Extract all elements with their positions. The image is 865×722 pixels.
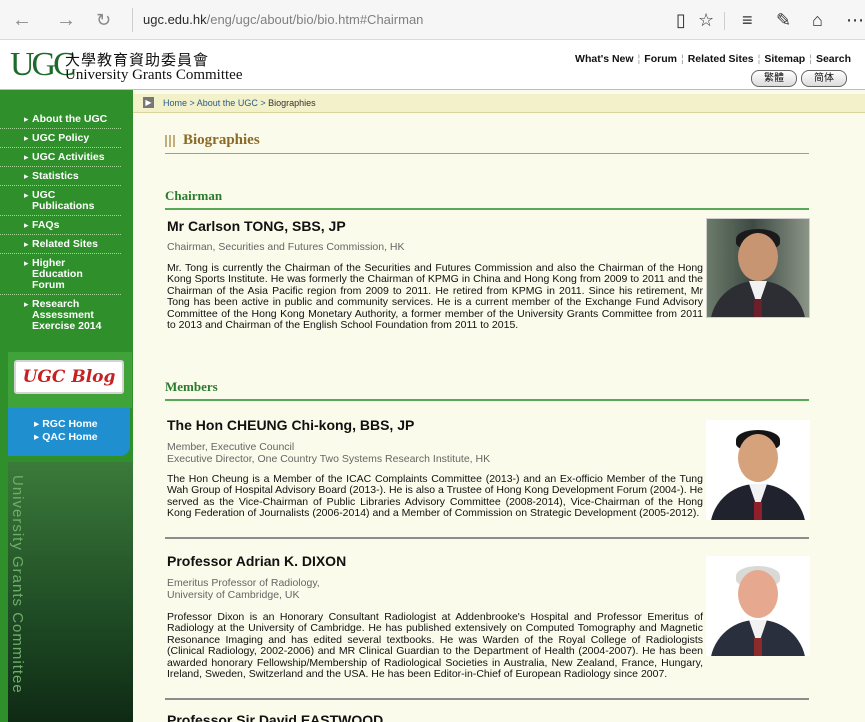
campus-photo [8, 462, 133, 722]
ugc-blog-button[interactable]: UGC Blog [14, 360, 124, 394]
favorite-star-icon[interactable]: ☆ [698, 8, 714, 32]
person-photo [706, 218, 810, 318]
breadcrumb: ▶ Home > About the UGC > Biographies [133, 94, 865, 113]
forward-icon[interactable]: → [56, 10, 76, 30]
breadcrumb-about[interactable]: About the UGC [197, 98, 258, 108]
link-related-sites[interactable]: Related Sites [688, 53, 754, 65]
section-heading-members: Members [165, 379, 809, 401]
lang-traditional-button[interactable]: 繁體 [751, 70, 797, 87]
link-whats-new[interactable]: What's New [575, 53, 634, 65]
title-grid-icon [165, 135, 177, 147]
address-bar[interactable]: ugc.edu.hk/eng/ugc/about/bio/bio.htm#Cha… [132, 8, 652, 32]
lang-simplified-button[interactable]: 简体 [801, 70, 847, 87]
ugc-logo[interactable]: UGC [10, 46, 76, 84]
link-search[interactable]: Search [816, 53, 851, 65]
sidebar-item-about[interactable]: About the UGC [0, 110, 121, 129]
person-name: Professor Adrian K. DIXON [167, 553, 347, 569]
person-role-secondary: University of Cambridge, UK [167, 589, 300, 601]
sidebar-menu: About the UGC UGC Policy UGC Activities … [0, 110, 133, 335]
person-role-secondary: Executive Director, One Country Two Syst… [167, 453, 491, 465]
top-links: What's New ¦ Forum ¦ Related Sites ¦ Sitemap ¦ S… [575, 53, 851, 65]
breadcrumb-current: Biographies [268, 98, 316, 108]
sidebar-item-related-sites[interactable]: Related Sites [0, 235, 121, 254]
blog-banner: UGC Blog [8, 352, 132, 408]
sidebar-item-rae-2014[interactable]: Research Assessment Exercise 2014 [0, 295, 121, 335]
sidebar-item-publications[interactable]: UGC Publications [0, 186, 121, 216]
link-sitemap[interactable]: Sitemap [764, 53, 805, 65]
person-divider [165, 698, 809, 700]
sidebar-item-activities[interactable]: UGC Activities [0, 148, 121, 167]
breadcrumb-trail: Home > About the UGC > Biographies [163, 98, 316, 108]
toolbar-divider [724, 12, 725, 30]
person-photo [706, 420, 810, 520]
notes-pen-icon[interactable]: ✎ [776, 8, 791, 32]
person-name: Professor Sir David EASTWOOD [167, 712, 384, 722]
page-title-row: Biographies [165, 131, 809, 154]
breadcrumb-arrow-icon: ▶ [143, 97, 154, 108]
breadcrumb-home[interactable]: Home [163, 98, 187, 108]
site-header: UGC 大學教育資助委員會 University Grants Committe… [0, 40, 865, 90]
section-heading-chairman: Chairman [165, 188, 809, 210]
qac-home-label: QAC Home [42, 431, 98, 443]
url-path: /eng/ugc/about/bio/bio.htm#Chairman [206, 12, 424, 27]
person-bio: The Hon Cheung is a Member of the ICAC C… [167, 473, 703, 520]
person-bio: Mr. Tong is currently the Chairman of th… [167, 262, 703, 332]
url-domain: ugc.edu.hk [143, 12, 207, 27]
sidebar-item-faqs[interactable]: FAQs [0, 216, 121, 235]
more-icon[interactable]: ⋯ [846, 8, 864, 32]
back-icon[interactable]: ← [12, 10, 32, 30]
refresh-icon[interactable]: ↻ [96, 10, 111, 30]
person-photo [706, 556, 810, 656]
person-role: Chairman, Securities and Futures Commiss… [167, 241, 405, 253]
person-role: Member, Executive Council [167, 441, 295, 453]
link-forum[interactable]: Forum [644, 53, 677, 65]
person-name: The Hon CHEUNG Chi-kong, BBS, JP [167, 417, 415, 433]
rgc-home-link[interactable]: ▸ RGC Home [34, 418, 98, 430]
sidebar: About the UGC UGC Policy UGC Activities … [0, 90, 133, 722]
sidebar-item-higher-education-forum[interactable]: Higher Education Forum [0, 254, 121, 295]
browser-toolbar: ← → ↻ ugc.edu.hk/eng/ugc/about/bio/bio.h… [0, 0, 865, 40]
share-icon[interactable]: ⌂ [812, 8, 823, 32]
logo-english-name: University Grants Committee [65, 67, 243, 83]
rgc-home-label: RGC Home [42, 418, 98, 430]
reading-view-icon[interactable]: ▯ [676, 8, 686, 32]
person-name: Mr Carlson TONG, SBS, JP [167, 218, 346, 234]
page-title: Biographies [183, 132, 260, 148]
language-switch: 繁體 简体 [747, 68, 847, 87]
person-divider [165, 537, 809, 539]
qac-home-link[interactable]: ▸ QAC Home [34, 431, 98, 443]
person-bio: Professor Dixon is an Honorary Consultan… [167, 611, 703, 681]
quick-links-panel: ▸ RGC Home ▸ QAC Home [8, 408, 130, 456]
sidebar-item-policy[interactable]: UGC Policy [0, 129, 121, 148]
person-role: Emeritus Professor of Radiology, [167, 577, 320, 589]
main-content: ▶ Home > About the UGC > Biographies Bio… [133, 90, 865, 722]
photo-caption: University Grants Committee [9, 475, 26, 694]
sidebar-item-statistics[interactable]: Statistics [0, 167, 121, 186]
hub-icon[interactable]: ≡ [742, 8, 753, 32]
